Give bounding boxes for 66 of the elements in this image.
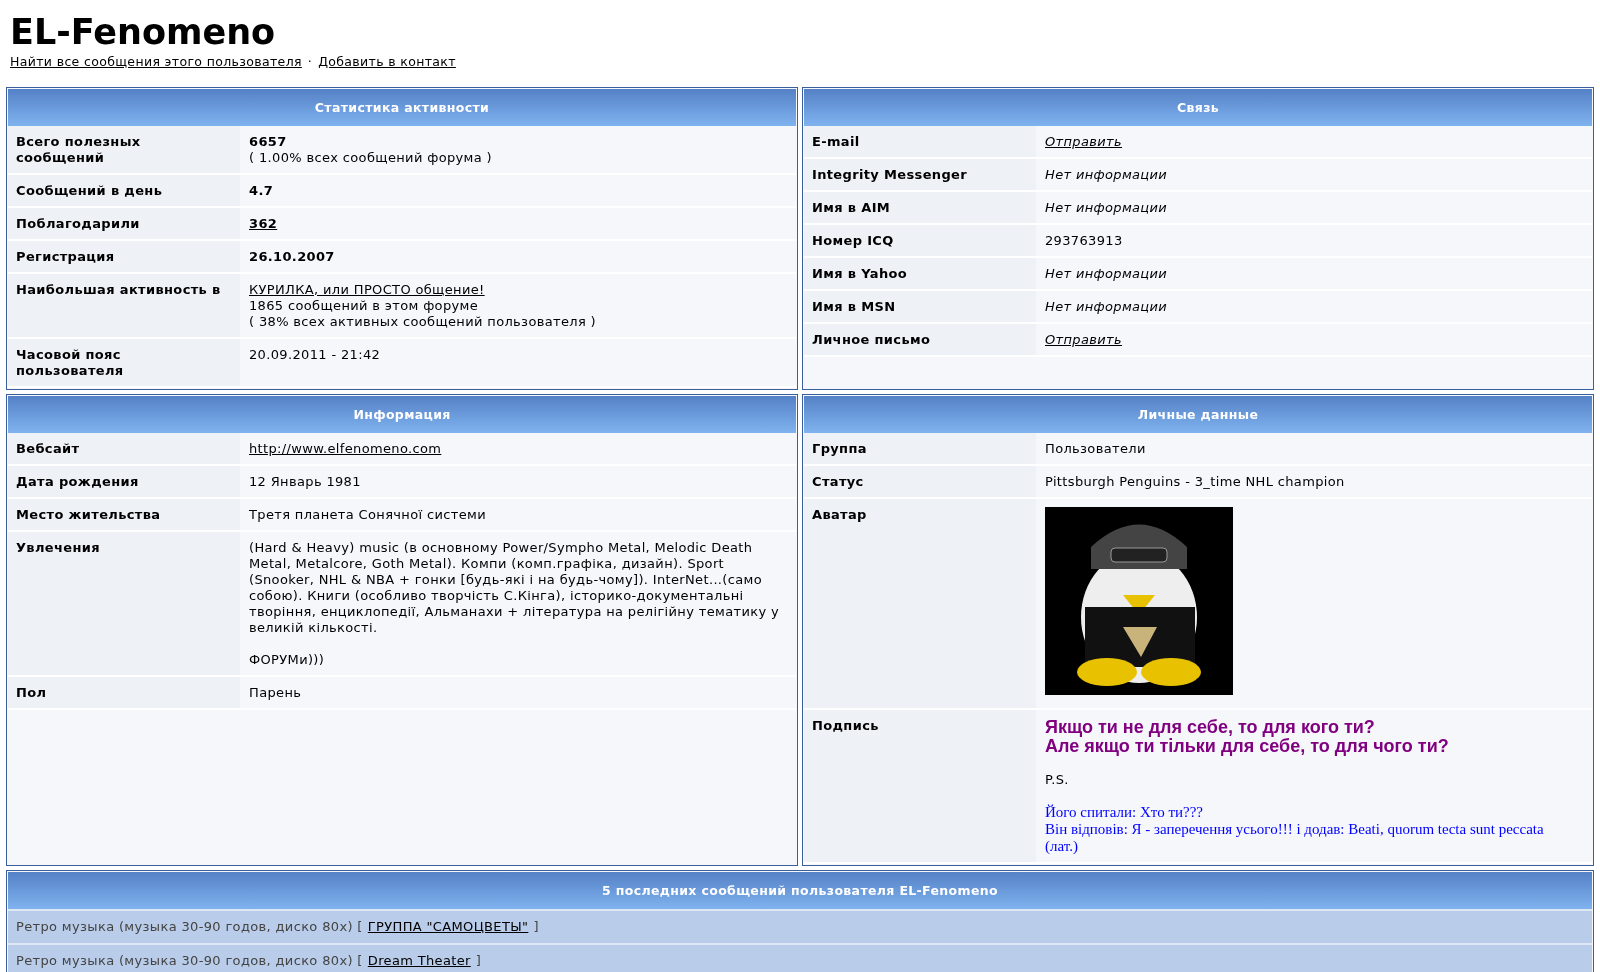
forum-name: Ретро музыка (музыка 30-90 годов, диско 80х) [ <box>16 919 363 934</box>
signature-headline: Якщо ти не для себе, то для кого ти? <box>1045 718 1376 737</box>
value-text: 6657 <box>249 134 288 150</box>
field-label: Аватар <box>804 499 1036 708</box>
profile-link[interactable]: Добавить в контакт <box>318 54 456 69</box>
value-text: 26.10.2007 <box>249 249 336 265</box>
value-text: 293763913 <box>1045 233 1124 249</box>
value-text: Нет информации <box>1045 167 1169 183</box>
field-label: Статус <box>804 466 1036 497</box>
topic-link[interactable]: ГРУППА "САМОЦВЕТЫ" <box>367 919 529 934</box>
profile-link[interactable]: Найти все сообщения этого пользователя <box>10 54 302 69</box>
signature-quote: Його спитали: Хто ти??? <box>1045 804 1205 821</box>
field-label: Integrity Messenger <box>804 159 1036 190</box>
username-title: EL-Fenomeno <box>10 11 277 54</box>
field-label: Наибольшая активность в <box>8 274 240 337</box>
panel-header: Связь <box>804 89 1592 126</box>
field-label: Пол <box>8 677 240 708</box>
value-text: P.S. <box>1045 772 1070 788</box>
value-link[interactable]: Отправить <box>1045 332 1123 347</box>
panel-header: 5 последних сообщений пользователя EL-Fenomeno <box>8 872 1592 909</box>
value-text: 12 Январь 1981 <box>249 474 362 490</box>
signature-headline: Але якщо ти тільки для себе, то для чого ти? <box>1045 737 1450 756</box>
field-label: Группа <box>804 433 1036 464</box>
value-text: Третя планета Сонячної системи <box>249 507 487 523</box>
separator-dot: · <box>307 54 313 69</box>
field-label: Имя в Yahoo <box>804 258 1036 289</box>
field-label: Сообщений в день <box>8 175 240 206</box>
field-label: Дата рождения <box>8 466 240 497</box>
value-text: Нет информации <box>1045 299 1169 315</box>
topic-link[interactable]: Dream Theater <box>367 953 471 968</box>
field-label: Личное письмо <box>804 324 1036 355</box>
field-label: Номер ICQ <box>804 225 1036 256</box>
value-text: Pittsburgh Penguins - 3_time NHL champion <box>1045 474 1346 490</box>
value-link[interactable]: Отправить <box>1045 134 1123 149</box>
value-text: ( 1.00% всех сообщений форума ) <box>249 150 493 166</box>
value-text: Нет информации <box>1045 200 1169 216</box>
field-label: E-mail <box>804 126 1036 157</box>
value-link[interactable]: 362 <box>249 216 278 231</box>
value-text: Парень <box>249 685 303 701</box>
field-label: Поблагодарили <box>8 208 240 239</box>
field-label: Место жительства <box>8 499 240 530</box>
value-link[interactable]: http://www.elfenomeno.com <box>249 441 442 456</box>
value-text: Нет информации <box>1045 266 1169 282</box>
field-label: Имя в MSN <box>804 291 1036 322</box>
panel-header: Статистика активности <box>8 89 796 126</box>
bracket-text: ] <box>533 919 539 934</box>
value-text: ФОРУМи))) <box>249 652 326 668</box>
field-label: Регистрация <box>8 241 240 272</box>
field-label: Часовой пояс пользователя <box>8 339 240 386</box>
value-text: Пользователи <box>1045 441 1147 457</box>
field-label: Всего полезных сообщений <box>8 126 240 173</box>
panel-header: Информация <box>8 396 796 433</box>
field-label: Имя в AIM <box>804 192 1036 223</box>
field-label: Подпись <box>804 710 1036 862</box>
signature-quote: Він відповів: Я - заперечення усього!!! і додав: Beati, quorum tecta sunt peccata (лат.) <box>1045 821 1545 855</box>
field-label: Вебсайт <box>8 433 240 464</box>
value-text: 4.7 <box>249 183 275 199</box>
value-text: 1865 сообщений в этом форуме <box>249 298 480 314</box>
value-text: 20.09.2011 - 21:42 <box>249 347 382 363</box>
value-link[interactable]: КУРИЛКА, или ПРОСТО общение! <box>249 282 485 297</box>
value-text: (Hard & Heavy) music (в основному Power/Sympho Metal, Melodic Death Metal, Metalcore, Goth Metal). Компи (комп.графіка, дизайн). Sport (Snooker, NHL & NBA + гонки [будь-які і на будь-чому]). InterNet...(само собою). Книги (особливо творчість С.Кінга), історико-документальні творіння, енциклопедії, Альманахи + література на релігійну тематику у великій кількості. <box>249 540 780 636</box>
bracket-text: ] <box>475 953 482 968</box>
panel-header: Личные данные <box>804 396 1592 433</box>
forum-name: Ретро музыка (музыка 30-90 годов, диско 80х) [ <box>16 953 363 968</box>
value-text: ( 38% всех активных сообщений пользователя ) <box>249 314 598 330</box>
field-label: Увлечения <box>8 532 240 675</box>
